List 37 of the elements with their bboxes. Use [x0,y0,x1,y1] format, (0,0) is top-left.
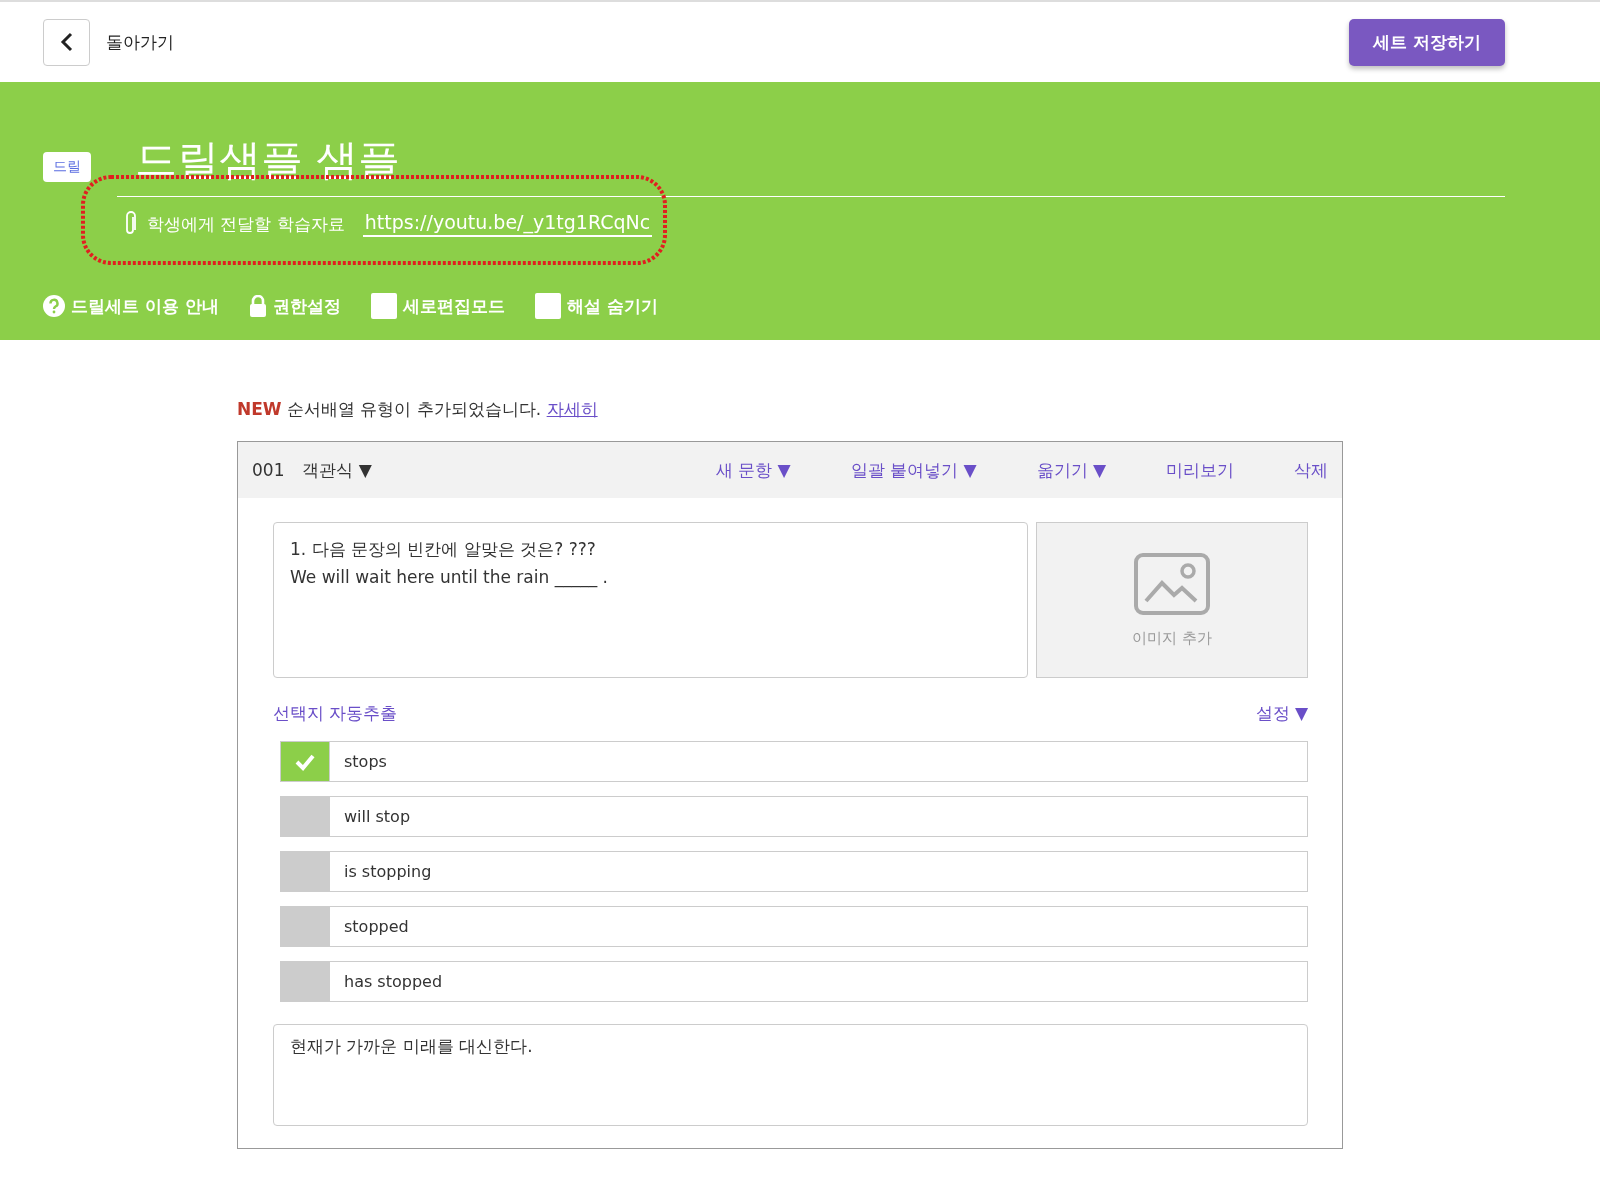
choice-text[interactable]: is stopping [329,852,1307,891]
question-type-dropdown[interactable]: 객관식 ▼ [302,458,372,482]
correct-toggle[interactable] [281,797,329,836]
material-label: 학생에게 전달할 학습자료 [147,212,345,236]
checkmark-icon [294,752,316,771]
auto-extract-link[interactable]: 선택지 자동추출 [273,702,398,725]
notice-text: NEW 순서배열 유형이 추가되었습니다. 자세히 [237,398,599,421]
choice-text[interactable]: will stop [329,797,1307,836]
question-text-field[interactable]: 1. 다음 문장의 빈칸에 알맞은 것은? ??? We will wait here until the rain _____ . [273,522,1028,678]
choice-text[interactable]: stopped [329,907,1307,946]
checkbox[interactable] [370,293,397,319]
header-action[interactable]: 새 문항 ▼ [715,458,791,482]
image-icon [1134,552,1210,615]
choice-text[interactable]: has stopped [329,962,1307,1001]
save-set-button[interactable]: 세트 저장하기 [1349,18,1505,66]
chevron-left-icon [59,32,74,52]
correct-toggle[interactable] [281,907,329,946]
correct-toggle[interactable] [281,742,329,781]
header-action[interactable]: 옮기기 ▼ [1036,458,1106,482]
details-link[interactable]: 자세히 [546,399,598,419]
add-image-label: 이미지 추가 [1132,628,1212,648]
explanation-field[interactable]: 현재가 가까운 미래를 대신한다. [273,1024,1308,1126]
header-action[interactable]: 일괄 붙여넣기 ▼ [850,458,977,482]
correct-toggle[interactable] [281,852,329,891]
back-label: 돌아가기 [106,30,175,54]
checkbox[interactable] [534,293,561,319]
header-action[interactable]: 삭제 [1294,458,1328,482]
lock-icon [248,295,267,317]
settings-dropdown[interactable]: 설정 ▼ [1255,702,1308,725]
category-tag: 드릴 [43,152,91,182]
correct-toggle[interactable] [281,962,329,1001]
help-icon [43,295,65,317]
header-action[interactable]: 미리보기 [1166,458,1234,482]
question-number: 001 [252,460,285,480]
choice-text[interactable]: stops [329,742,1307,781]
back-button[interactable] [43,18,90,66]
paperclip-icon [123,211,137,237]
